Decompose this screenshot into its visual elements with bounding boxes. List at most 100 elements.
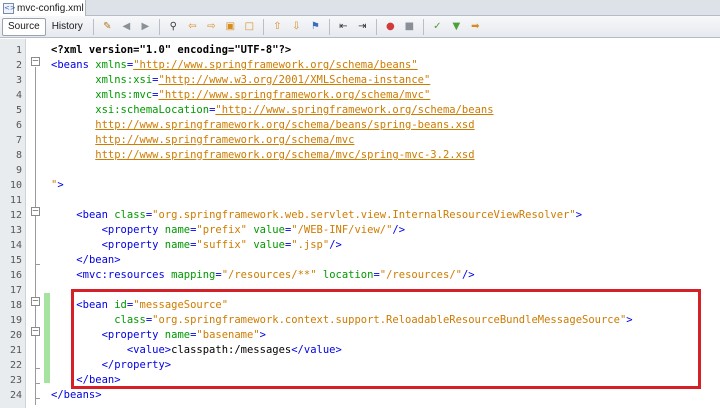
line-number: 13: [9, 225, 22, 236]
code-token: ".jsp": [291, 239, 330, 251]
toggle-highlight-icon[interactable]: □: [242, 19, 257, 34]
code-token: "/WEB-INF/view/": [291, 224, 393, 236]
toolbar-separator: [158, 18, 160, 35]
find-icon[interactable]: ⚲: [166, 19, 181, 34]
code-line[interactable]: 9: [0, 163, 720, 178]
code-text: <property name="suffix" value=".jsp"/>: [51, 238, 342, 253]
fold-guide: [35, 67, 36, 405]
code-line[interactable]: 10 ">: [0, 178, 720, 193]
code-text: xmlns:xsi="http://www.w3.org/2001/XMLSch…: [51, 73, 430, 88]
fold-collapse-icon[interactable]: –: [31, 327, 40, 336]
code-token: />: [461, 269, 475, 281]
forward-icon[interactable]: ▶: [138, 19, 153, 34]
shift-right-icon[interactable]: ⇥: [355, 19, 370, 34]
code-token: <mvc:resources: [76, 269, 172, 281]
code-line[interactable]: 12 <bean class="org.springframework.web.…: [0, 208, 720, 223]
code-token: "http://www.springframework.org/schema/b…: [133, 59, 418, 71]
code-text: <?xml version="1.0" encoding="UTF-8"?>: [51, 43, 291, 58]
find-previous-icon[interactable]: ⇦: [185, 19, 200, 34]
code-token: >: [57, 179, 64, 191]
code-text: ">: [51, 178, 64, 193]
code-line[interactable]: 13 <property name="prefix" value="/WEB-I…: [0, 223, 720, 238]
code-token: />: [392, 224, 406, 236]
stop-macro-icon[interactable]: ■: [402, 19, 417, 34]
toolbar-separator: [262, 18, 264, 35]
code-token: xmlns: [95, 59, 127, 71]
code-line[interactable]: 15 </bean>: [0, 253, 720, 268]
source-tab[interactable]: Source: [2, 17, 46, 36]
line-number: 16: [9, 270, 22, 281]
line-number: 15: [9, 255, 22, 266]
find-next-icon[interactable]: ⇨: [204, 19, 219, 34]
line-number: 18: [9, 300, 22, 311]
xsl-transform-icon[interactable]: ➡: [468, 19, 483, 34]
code-line[interactable]: 8 http://www.springframework.org/schema/…: [0, 148, 720, 163]
code-token: "org.springframework.web.servlet.view.In…: [152, 209, 576, 221]
back-icon[interactable]: ◀: [119, 19, 134, 34]
code-text: <property name="prefix" value="/WEB-INF/…: [51, 223, 406, 238]
history-tab[interactable]: History: [46, 18, 89, 36]
code-text: http://www.springframework.org/schema/mv…: [51, 133, 354, 148]
code-line[interactable]: 4 xmlns:mvc="http://www.springframework.…: [0, 88, 720, 103]
fold-collapse-icon[interactable]: –: [31, 57, 40, 66]
fold-collapse-icon[interactable]: –: [31, 297, 40, 306]
shift-left-icon[interactable]: ⇤: [336, 19, 351, 34]
fold-collapse-icon[interactable]: –: [31, 207, 40, 216]
code-text: http://www.springframework.org/schema/be…: [51, 118, 474, 133]
code-token: "http://www.w3.org/2001/XMLSchema-instan…: [158, 74, 431, 86]
fold-end-marker: [35, 264, 40, 265]
code-token: location: [322, 269, 374, 281]
editor-tab-bar: <> mvc-config.xml: [0, 0, 720, 16]
code-line[interactable]: 2 <beans xmlns="http://www.springframewor…: [0, 58, 720, 73]
toolbar-separator: [375, 18, 377, 35]
previous-bookmark-icon[interactable]: ⇧: [270, 19, 285, 34]
code-text: <beans xmlns="http://www.springframework…: [51, 58, 418, 73]
last-edit-icon[interactable]: ✎: [100, 19, 115, 34]
find-selection-icon[interactable]: ▣: [223, 19, 238, 34]
code-token: />: [329, 239, 342, 251]
code-token: <property: [101, 239, 165, 251]
editor-toolbar: Source History ✎ ◀ ▶ ⚲ ⇦ ⇨ ▣ □ ⇧ ⇩ ⚑ ⇤ ⇥…: [0, 16, 720, 38]
start-macro-icon[interactable]: ●: [383, 19, 398, 34]
line-number: 19: [9, 315, 22, 326]
file-tab[interactable]: <> mvc-config.xml: [0, 0, 86, 16]
code-line[interactable]: 16 <mvc:resources mapping="/resources/**…: [0, 268, 720, 283]
check-xml-icon[interactable]: ✓: [430, 19, 445, 34]
validate-xml-icon[interactable]: ▼: [449, 19, 464, 34]
code-line[interactable]: 14 <property name="suffix" value=".jsp"/…: [0, 238, 720, 253]
code-line[interactable]: 24 </beans>: [0, 388, 720, 403]
next-bookmark-icon[interactable]: ⇩: [289, 19, 304, 34]
code-line[interactable]: 7 http://www.springframework.org/schema/…: [0, 133, 720, 148]
fold-end-marker: [35, 368, 40, 369]
code-editor[interactable]: 1 <?xml version="1.0" encoding="UTF-8"?> 2…: [0, 39, 720, 408]
fold-end-marker: [35, 383, 40, 384]
toggle-bookmark-icon[interactable]: ⚑: [308, 19, 323, 34]
line-number: 21: [9, 345, 22, 356]
code-token: >: [575, 209, 583, 221]
line-number: 7: [15, 135, 22, 146]
code-text: </bean>: [51, 253, 120, 268]
code-line[interactable]: 5 xsi:schemaLocation="http://www.springf…: [0, 103, 720, 118]
code-token: http://www.springframework.org/schema/mv…: [95, 134, 355, 146]
code-line[interactable]: 1 <?xml version="1.0" encoding="UTF-8"?>: [0, 43, 720, 58]
code-token: name: [164, 239, 191, 251]
highlight-box: [71, 289, 701, 389]
code-token: http://www.springframework.org/schema/mv…: [95, 149, 475, 161]
line-number: 8: [15, 150, 22, 161]
code-line[interactable]: 6 http://www.springframework.org/schema/…: [0, 118, 720, 133]
code-token: <?xml version="1.0" encoding="UTF-8"?>: [51, 44, 292, 56]
code-token: name: [164, 224, 191, 236]
code-token: </beans>: [51, 389, 102, 401]
code-token: mapping: [171, 269, 216, 281]
code-line[interactable]: 11: [0, 193, 720, 208]
code-line[interactable]: 3 xmlns:xsi="http://www.w3.org/2001/XMLS…: [0, 73, 720, 88]
code-text: </beans>: [51, 388, 102, 403]
